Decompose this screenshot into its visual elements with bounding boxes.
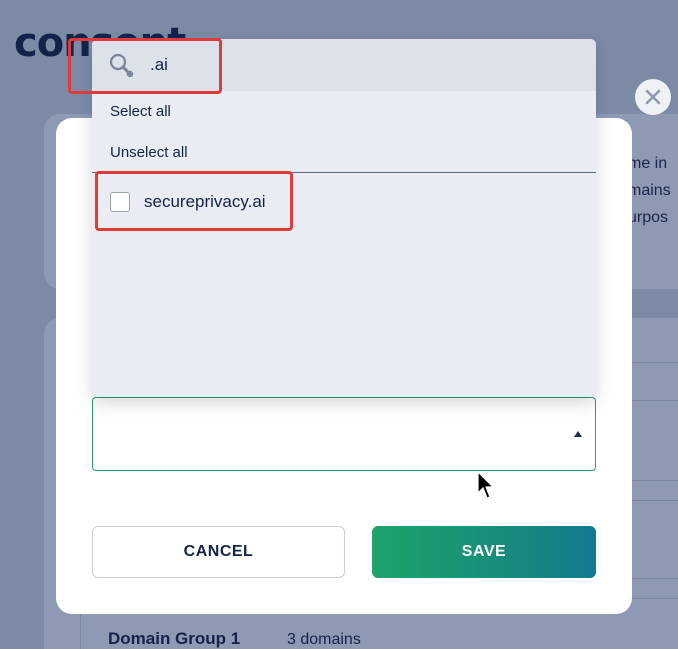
domain-select[interactable] [92,397,596,471]
select-all-option[interactable]: Select all [110,103,171,120]
close-icon [645,89,661,105]
card-text-line: mains [628,182,671,199]
close-button[interactable] [635,79,671,115]
highlight-box [68,38,222,94]
save-button[interactable]: SAVE [372,526,596,578]
unselect-all-option[interactable]: Unselect all [110,144,188,161]
domain-group-count: 3 domains [287,631,361,648]
cancel-button[interactable]: CANCEL [92,526,345,578]
card-text-line: urpos [628,209,669,226]
caret-up-icon[interactable] [574,431,582,437]
card-text-line: me in [628,155,668,172]
background-card-text: me in mains urpos [628,150,678,231]
mouse-cursor-icon [477,471,495,499]
highlight-box [95,171,293,231]
domain-group-name: Domain Group 1 [108,629,241,648]
